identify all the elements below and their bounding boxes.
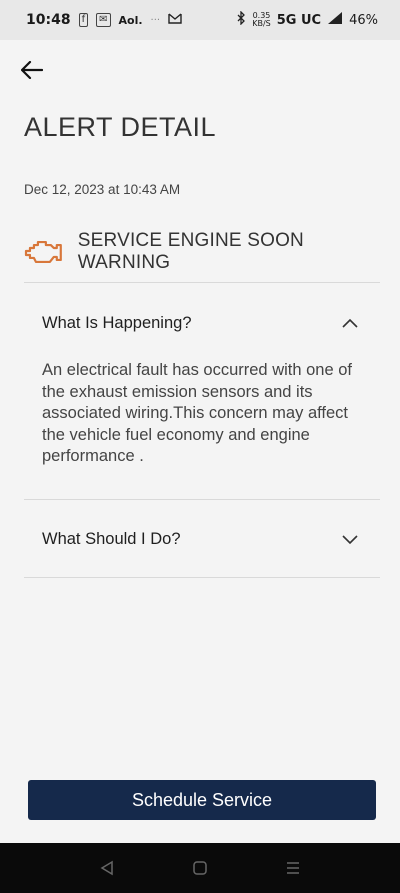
speed-unit: KB/S [252,19,271,28]
nav-home-button[interactable] [180,848,220,888]
alert-title: SERVICE ENGINE SOON WARNING [77,230,304,273]
nav-back-icon [100,860,113,876]
chat-icon: ✉ [96,13,111,27]
section-what-is-happening[interactable]: What Is Happening? [24,310,380,336]
divider [24,577,380,578]
bluetooth-icon [236,10,246,29]
aol-icon: Aol. [118,13,143,27]
alert-timestamp: Dec 12, 2023 at 10:43 AM [24,182,181,197]
chevron-up-icon [342,318,358,328]
alert-header: SERVICE ENGINE SOON WARNING [24,230,400,274]
nav-recents-icon [287,862,300,874]
section-label: What Is Happening? [42,313,192,332]
status-left: 10:48 f ✉ Aol. ··· [26,12,182,28]
page-title: ALERT DETAIL [24,112,217,142]
section-what-should-i-do[interactable]: What Should I Do? [24,526,380,552]
nav-home-icon [193,861,207,875]
status-right: 0.35 KB/S 5G UC 46% [236,10,378,29]
gmail-icon [168,12,182,28]
battery-percent: 46% [349,12,378,28]
nav-back-button[interactable] [87,848,127,888]
chevron-down-icon [342,535,358,545]
network-speed: 0.35 KB/S [252,12,271,28]
schedule-service-button[interactable]: Schedule Service [28,780,376,820]
back-arrow-icon [21,61,43,79]
system-nav-bar [0,843,400,893]
network-type: 5G UC [276,12,322,28]
dots-icon: ··· [150,14,161,26]
status-time: 10:48 [26,12,71,28]
status-bar: 10:48 f ✉ Aol. ··· 0.35 KB/S 5G UC 46% [0,0,400,40]
signal-icon [327,11,343,29]
back-button[interactable] [18,56,46,84]
divider [24,282,380,283]
section-label: What Should I Do? [42,529,181,548]
nav-recents-button[interactable] [273,848,313,888]
divider [24,499,380,500]
engine-warning-icon [24,240,62,264]
section-body: An electrical fault has occurred with on… [42,361,352,465]
fb-icon: f [78,13,89,27]
